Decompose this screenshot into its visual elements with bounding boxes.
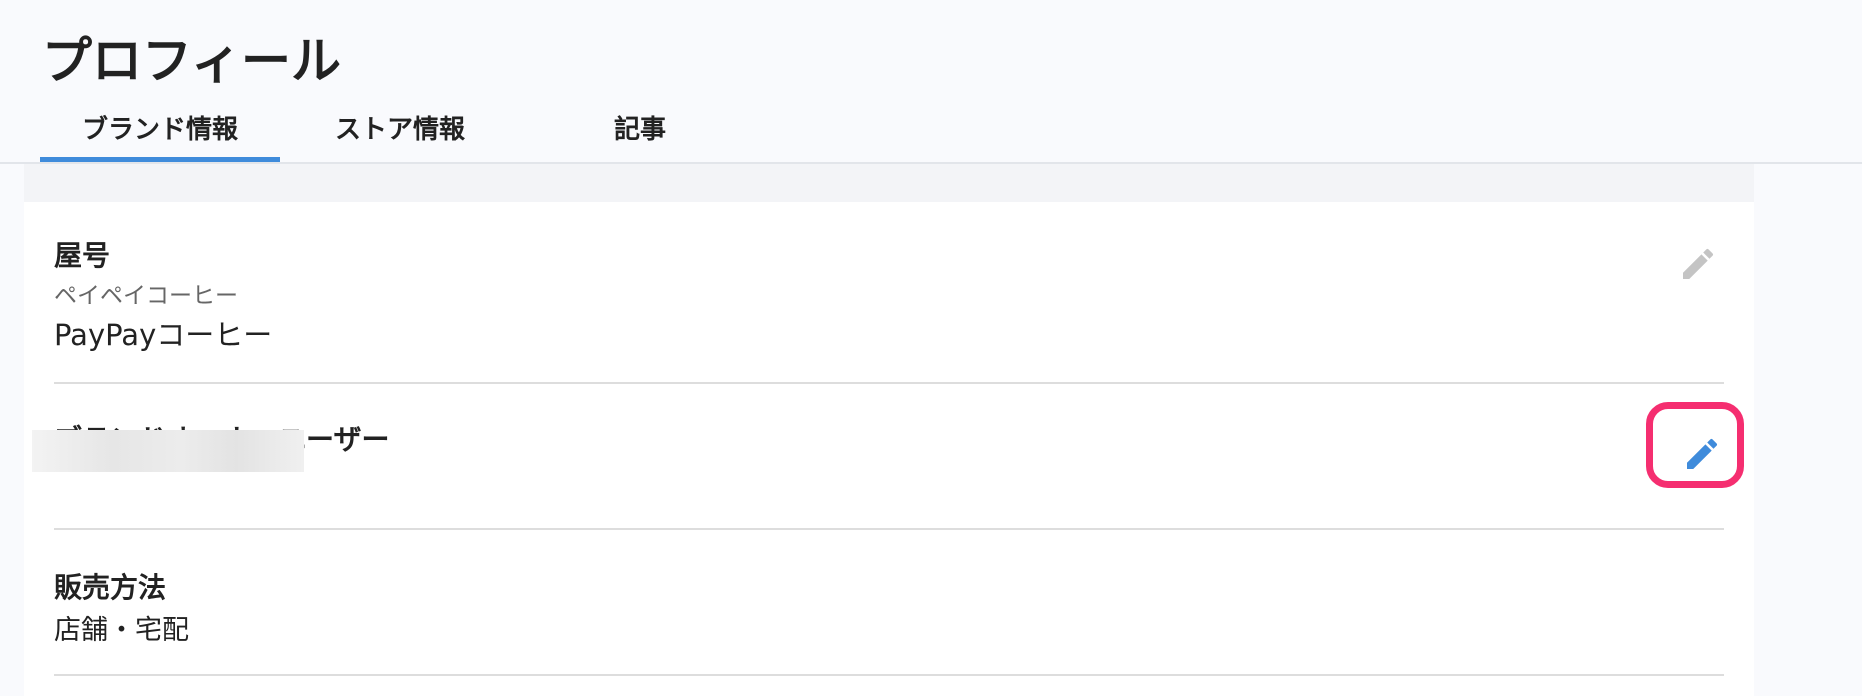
- page-title: プロフィール: [42, 32, 341, 90]
- store-name-section: 屋号 ペイペイコーヒー PayPayコーヒー: [54, 202, 1724, 384]
- highlight-frame: [1646, 402, 1744, 488]
- brand-owner-section: ブランドオーナーユーザー: [32, 384, 1724, 530]
- pencil-icon[interactable]: [1678, 244, 1718, 284]
- tab-articles[interactable]: 記事: [580, 100, 700, 160]
- store-name-label: 屋号: [54, 239, 111, 272]
- store-name-kana: ペイペイコーヒー: [54, 283, 238, 309]
- profile-card: 屋号 ペイペイコーヒー PayPayコーヒー ブランドオーナーユーザー 販売方法…: [24, 202, 1754, 696]
- redacted-owner-name: [32, 430, 304, 472]
- tab-bar: ブランド情報 ストア情報 記事: [0, 100, 1862, 164]
- tab-brand-info[interactable]: ブランド情報: [40, 100, 280, 162]
- sales-method-value: 店舗・宅配: [54, 615, 189, 646]
- sales-method-section: 販売方法 店舗・宅配: [54, 530, 1724, 676]
- card-header-strip: [24, 164, 1754, 202]
- sales-method-label: 販売方法: [54, 571, 167, 604]
- tab-store-info[interactable]: ストア情報: [300, 100, 500, 160]
- store-name-value: PayPayコーヒー: [54, 318, 273, 352]
